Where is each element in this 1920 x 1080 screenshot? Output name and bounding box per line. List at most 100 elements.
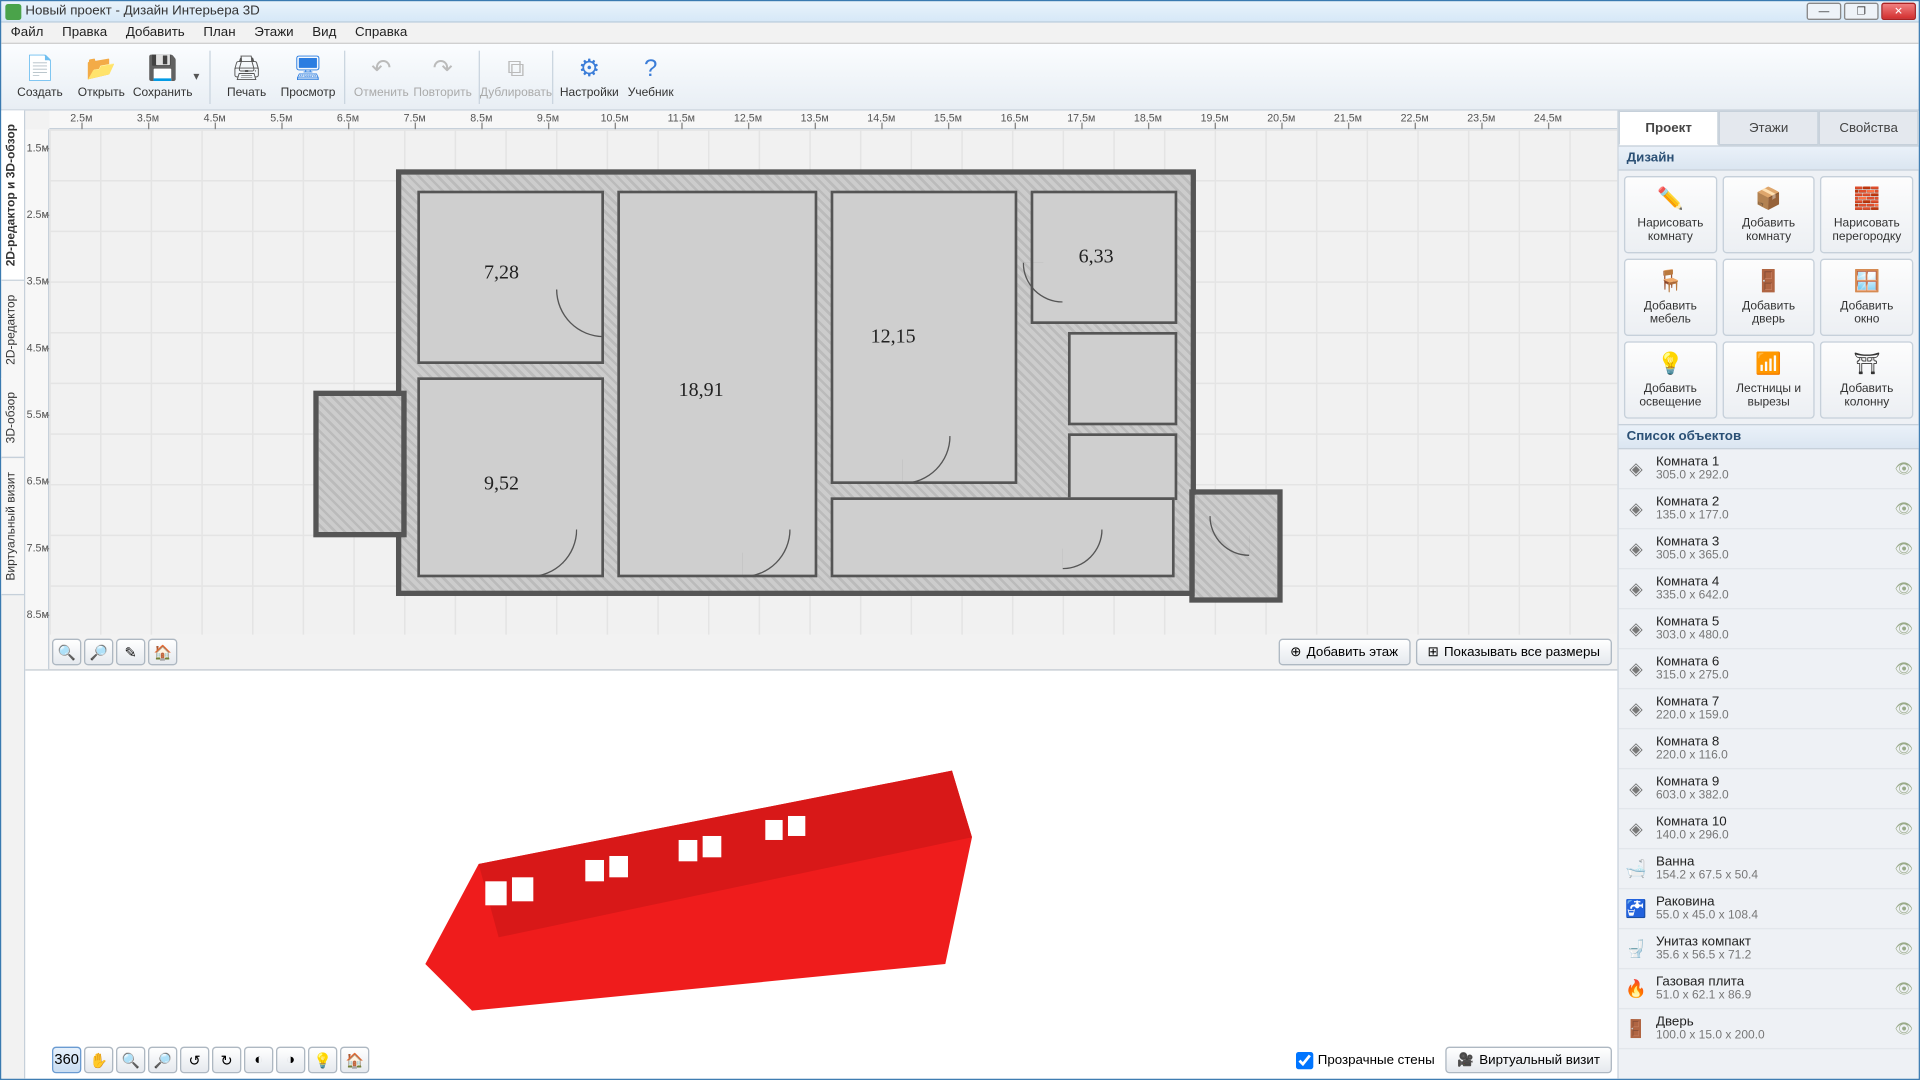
visibility-icon[interactable]: 👁	[1895, 580, 1914, 597]
zoom-in-icon[interactable]: 🔎	[148, 1047, 177, 1074]
visibility-icon[interactable]: 👁	[1895, 500, 1914, 517]
objects-list[interactable]: ◈Комната 1305.0 x 292.0👁◈Комната 2135.0 …	[1619, 449, 1919, 1078]
view-mode2-icon[interactable]: ◑	[276, 1047, 305, 1074]
object-row[interactable]: 🛁Ванна154.2 x 67.5 x 50.4👁	[1619, 849, 1919, 889]
design-stairs-button[interactable]: 📶Лестницы ивырезы	[1722, 341, 1815, 418]
left-tab-combined[interactable]: 2D-редактор и 3D-обзор	[1, 111, 24, 281]
camera-icon: 🎥	[1457, 1053, 1474, 1068]
view-3d[interactable]: 360 ✋ 🔍 🔎 ↺ ↻ ◐ ◑ 💡 🏠 Прозрачные стены 🎥…	[25, 671, 1617, 1079]
object-row[interactable]: ◈Комната 1305.0 x 292.0👁	[1619, 449, 1919, 489]
object-row[interactable]: ◈Комната 7220.0 x 159.0👁	[1619, 689, 1919, 729]
home-icon[interactable]: 🏠	[340, 1047, 369, 1074]
add-floor-button[interactable]: ⊕Добавить этаж	[1278, 639, 1410, 666]
help-button[interactable]: ?Учебник	[620, 46, 681, 107]
left-tab-2d[interactable]: 2D-редактор	[1, 281, 24, 379]
virtual-visit-button[interactable]: 🎥Виртуальный визит	[1445, 1047, 1612, 1074]
right-tab-project[interactable]: Проект	[1619, 111, 1719, 146]
object-row[interactable]: ◈Комната 3305.0 x 365.0👁	[1619, 529, 1919, 569]
transparent-walls-checkbox[interactable]: Прозрачные стены	[1296, 1051, 1434, 1068]
visibility-icon[interactable]: 👁	[1895, 460, 1914, 477]
visibility-icon[interactable]: 👁	[1895, 700, 1914, 717]
visibility-icon[interactable]: 👁	[1895, 940, 1914, 957]
visibility-icon[interactable]: 👁	[1895, 740, 1914, 757]
object-row[interactable]: 🚽Унитаз компакт35.6 x 56.5 x 71.2👁	[1619, 929, 1919, 969]
visibility-icon[interactable]: 👁	[1895, 820, 1914, 837]
visibility-icon[interactable]: 👁	[1895, 780, 1914, 797]
object-icon: 🚪	[1624, 1017, 1648, 1041]
object-row[interactable]: ◈Комната 8220.0 x 116.0👁	[1619, 729, 1919, 769]
object-row[interactable]: ◈Комната 9603.0 x 382.0👁	[1619, 769, 1919, 809]
menu-Справка[interactable]: Справка	[346, 25, 417, 40]
object-row[interactable]: ◈Комната 10140.0 x 296.0👁	[1619, 809, 1919, 849]
visibility-icon[interactable]: 👁	[1895, 980, 1914, 997]
left-tab-3d[interactable]: 3D-обзор	[1, 379, 24, 458]
new-button[interactable]: 📄Создать	[9, 46, 70, 107]
design-addfurn-button[interactable]: 🪑Добавитьмебель	[1624, 259, 1717, 336]
menu-Правка[interactable]: Правка	[53, 25, 117, 40]
object-row[interactable]: ◈Комната 6315.0 x 275.0👁	[1619, 649, 1919, 689]
room-9[interactable]	[831, 497, 1175, 577]
design-addcol-button[interactable]: ⛩Добавитьколонну	[1820, 341, 1913, 418]
draw-tool-icon[interactable]: ✎	[116, 639, 145, 666]
save-button[interactable]: 💾Сохранить	[132, 46, 193, 107]
left-tab-virtual[interactable]: Виртуальный визит	[1, 459, 24, 596]
design-drawwall-button[interactable]: 🧱Нарисоватьперегородку	[1820, 176, 1913, 253]
model-3d[interactable]	[412, 711, 985, 1018]
view-mode-icon[interactable]: ◐	[244, 1047, 273, 1074]
maximize-button[interactable]: ❐	[1844, 3, 1879, 20]
design-adddoor-button[interactable]: 🚪Добавитьдверь	[1722, 259, 1815, 336]
open-button[interactable]: 📂Открыть	[71, 46, 132, 107]
zoom-out-icon[interactable]: 🔍	[116, 1047, 145, 1074]
object-dims: 140.0 x 296.0	[1656, 829, 1895, 842]
view-2d[interactable]: 2.5м3.5м4.5м5.5м6.5м7.5м8.5м9.5м10.5м11.…	[25, 111, 1617, 671]
visibility-icon[interactable]: 👁	[1895, 540, 1914, 557]
menu-Этажи[interactable]: Этажи	[245, 25, 303, 40]
design-addwin-button[interactable]: 🪟Добавитьокно	[1820, 259, 1913, 336]
menu-Вид[interactable]: Вид	[303, 25, 346, 40]
settings-icon: ⚙	[573, 55, 605, 82]
object-row[interactable]: 🚰Раковина55.0 x 45.0 x 108.4👁	[1619, 889, 1919, 929]
right-tab-props[interactable]: Свойства	[1819, 111, 1919, 146]
menu-Файл[interactable]: Файл	[1, 25, 52, 40]
right-tab-floors[interactable]: Этажи	[1719, 111, 1819, 146]
floorplan-canvas[interactable]: 7,28 9,52 18,91 12,15 6,33	[49, 129, 1617, 634]
rotate-left-icon[interactable]: ↺	[180, 1047, 209, 1074]
visibility-icon[interactable]: 👁	[1895, 860, 1914, 877]
object-row[interactable]: ◈Комната 4335.0 x 642.0👁	[1619, 569, 1919, 609]
right-tabs: ПроектЭтажиСвойства	[1619, 111, 1919, 146]
object-dims: 55.0 x 45.0 x 108.4	[1656, 909, 1895, 922]
object-dims: 315.0 x 275.0	[1656, 669, 1895, 682]
print-button[interactable]: 🖨Печать	[216, 46, 277, 107]
visibility-icon[interactable]: 👁	[1895, 1020, 1914, 1037]
close-button[interactable]: ✕	[1881, 3, 1916, 20]
light-icon[interactable]: 💡	[308, 1047, 337, 1074]
menu-Добавить[interactable]: Добавить	[116, 25, 194, 40]
zoom-out-icon[interactable]: 🔍	[52, 639, 81, 666]
object-row[interactable]: 🚪Дверь100.0 x 15.0 x 200.0👁	[1619, 1009, 1919, 1049]
show-dims-button[interactable]: ⊞Показывать все размеры	[1415, 639, 1612, 666]
room-7[interactable]	[1068, 433, 1177, 500]
center-views: 2.5м3.5м4.5м5.5м6.5м7.5м8.5м9.5м10.5м11.…	[25, 111, 1617, 1079]
settings-button[interactable]: ⚙Настройки	[559, 46, 620, 107]
object-row[interactable]: ◈Комната 5303.0 x 480.0👁	[1619, 609, 1919, 649]
visibility-icon[interactable]: 👁	[1895, 900, 1914, 917]
rotate-right-icon[interactable]: ↻	[212, 1047, 241, 1074]
design-section-header: Дизайн	[1619, 145, 1919, 170]
home-icon[interactable]: 🏠	[148, 639, 177, 666]
zoom-in-icon[interactable]: 🔎	[84, 639, 113, 666]
preview-button[interactable]: 🖥Просмотр	[277, 46, 338, 107]
menu-План[interactable]: План	[194, 25, 245, 40]
visibility-icon[interactable]: 👁	[1895, 660, 1914, 677]
design-addlight-button[interactable]: 💡Добавитьосвещение	[1624, 341, 1717, 418]
rotate-360-icon[interactable]: 360	[52, 1047, 81, 1074]
view3d-right-controls: Прозрачные стены 🎥Виртуальный визит	[1296, 1047, 1612, 1074]
visibility-icon[interactable]: 👁	[1895, 620, 1914, 637]
save-dropdown-icon[interactable]: ▾	[193, 69, 204, 84]
object-row[interactable]: ◈Комната 2135.0 x 177.0👁	[1619, 489, 1919, 529]
room-6[interactable]	[1068, 332, 1177, 425]
design-addroom-button[interactable]: 📦Добавитькомнату	[1722, 176, 1815, 253]
design-drawroom-button[interactable]: ✏️Нарисоватькомнату	[1624, 176, 1717, 253]
minimize-button[interactable]: —	[1807, 3, 1842, 20]
pan-icon[interactable]: ✋	[84, 1047, 113, 1074]
object-row[interactable]: 🔥Газовая плита51.0 x 62.1 x 86.9👁	[1619, 969, 1919, 1009]
